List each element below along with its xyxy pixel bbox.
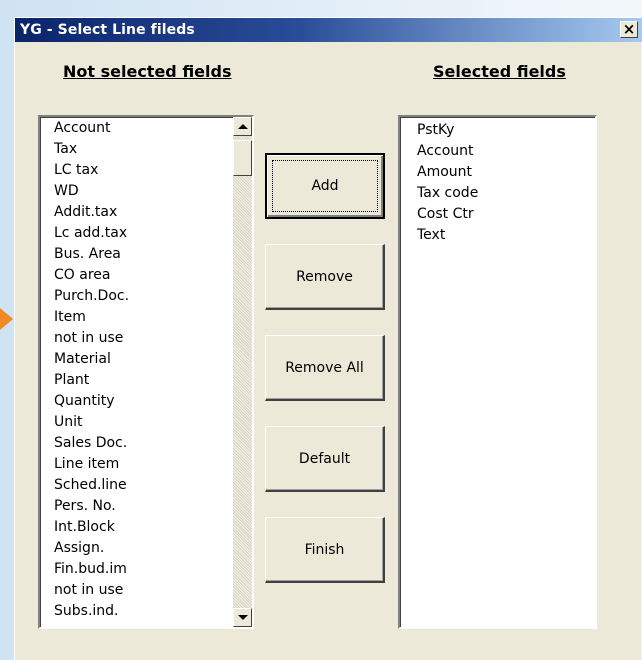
list-item[interactable]: Cost Ctr [417, 204, 478, 225]
list-item[interactable]: Plant [54, 370, 129, 391]
default-button[interactable]: Default [265, 426, 385, 492]
scroll-down-button[interactable] [233, 608, 252, 627]
list-item[interactable]: Account [54, 118, 129, 139]
remove-all-button[interactable]: Remove All [265, 335, 385, 401]
arrow-down-icon [238, 615, 248, 620]
list-item[interactable]: Tax [54, 139, 129, 160]
list-item[interactable]: Amount [417, 162, 478, 183]
list-item[interactable]: Sched.line [54, 475, 129, 496]
list-item[interactable]: Purch.Doc. [54, 286, 129, 307]
list-item[interactable]: Pers. No. [54, 496, 129, 517]
scrollbar-thumb[interactable] [233, 140, 252, 176]
remove-all-button-label: Remove All [285, 359, 364, 376]
add-button[interactable]: Add [265, 153, 385, 219]
arrow-up-icon [238, 124, 248, 129]
select-line-fields-dialog: YG - Select Line fileds × Not selected f… [14, 17, 642, 660]
remove-button[interactable]: Remove [265, 244, 385, 310]
list-item[interactable]: Int.Block [54, 517, 129, 538]
window-title: YG - Select Line fileds [20, 22, 195, 38]
selected-heading: Selected fields [433, 62, 566, 81]
list-item[interactable]: Line item [54, 454, 129, 475]
list-item[interactable]: Unit [54, 412, 129, 433]
default-button-label: Default [298, 450, 351, 467]
list-item[interactable]: Account [417, 141, 478, 162]
not-selected-listbox[interactable]: Account Tax LC tax WD Addit.tax Lc add.tax Bus… [38, 115, 254, 629]
list-item[interactable]: not in use [54, 580, 129, 601]
list-item[interactable]: Fin.bud.im [54, 559, 129, 580]
selected-listbox[interactable]: PstKy Account Amount Tax code Cost Ctr Text [398, 115, 597, 629]
vertical-scrollbar[interactable] [233, 117, 252, 627]
not-selected-list: Account Tax LC tax WD Addit.tax Lc add.tax Bus… [54, 118, 129, 622]
remove-button-label: Remove [296, 268, 353, 285]
list-item[interactable]: PstKy [417, 120, 478, 141]
list-item[interactable]: Assign. [54, 538, 129, 559]
scroll-up-button[interactable] [233, 117, 252, 136]
close-icon: × [622, 20, 636, 38]
finish-button-label: Finish [304, 541, 345, 558]
accent-arrow-icon [0, 308, 13, 330]
selected-list: PstKy Account Amount Tax code Cost Ctr Text [417, 120, 478, 246]
add-button-label: Add [311, 178, 339, 194]
title-bar: YG - Select Line fileds × [15, 18, 642, 42]
list-item[interactable]: not in use [54, 328, 129, 349]
list-item[interactable]: Addit.tax [54, 202, 129, 223]
close-button[interactable]: × [620, 21, 638, 38]
list-item[interactable]: CO area [54, 265, 129, 286]
finish-button[interactable]: Finish [265, 517, 385, 583]
list-item[interactable]: Sales Doc. [54, 433, 129, 454]
list-item[interactable]: Tax code [417, 183, 478, 204]
list-item[interactable]: Bus. Area [54, 244, 129, 265]
list-item[interactable]: Lc add.tax [54, 223, 129, 244]
list-item[interactable]: Item [54, 307, 129, 328]
list-item[interactable]: WD [54, 181, 129, 202]
list-item[interactable]: Material [54, 349, 129, 370]
list-item[interactable]: LC tax [54, 160, 129, 181]
list-item[interactable]: Quantity [54, 391, 129, 412]
list-item[interactable]: Text [417, 225, 478, 246]
not-selected-heading: Not selected fields [63, 62, 232, 81]
list-item[interactable]: Subs.ind. [54, 601, 129, 622]
